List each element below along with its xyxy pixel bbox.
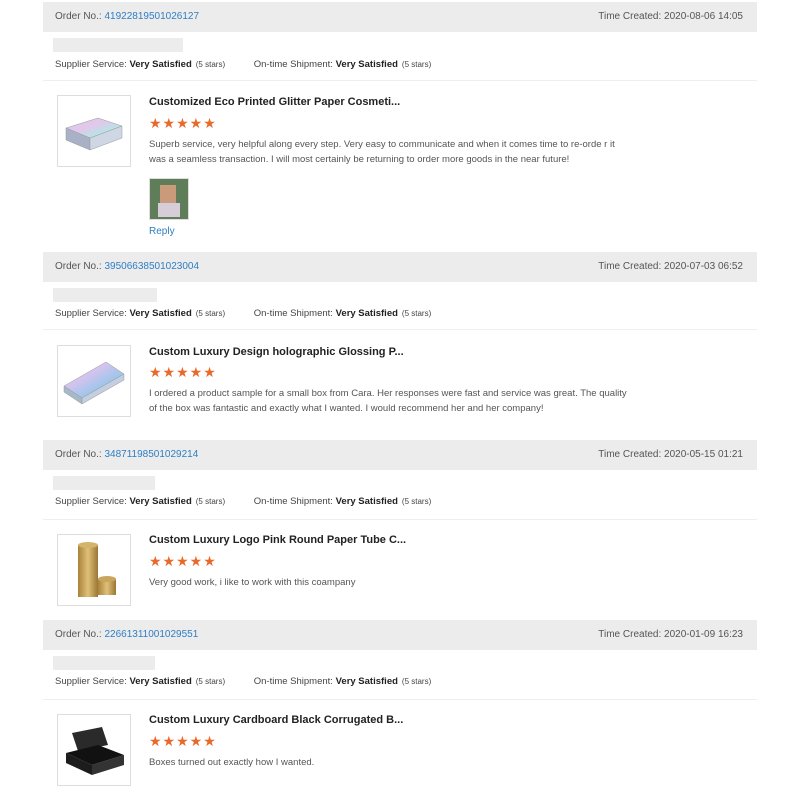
rating-summary: Supplier Service: Very Satisfied (5 stars… [55,59,431,70]
product-thumbnail[interactable] [57,714,131,786]
ontime-shipment-label: On-time Shipment: [253,676,333,687]
order-header: Order No.: 34871198501029214 Time Create… [43,440,757,470]
order-header: Order No.: 22661311001029551 Time Create… [43,620,757,650]
supplier-service-stars: (5 stars) [195,497,226,506]
review-text: I ordered a product sample for a small b… [149,388,627,414]
gold-tube-image [78,542,116,597]
time-created: Time Created: 2020-05-15 01:21 [598,449,743,460]
holographic-box-image [65,117,123,151]
order-number-label: Order No.: [55,629,102,640]
ontime-shipment-label: On-time Shipment: [253,496,333,507]
review-text: Superb service, very helpful along every… [149,139,615,165]
product-title[interactable]: Customized Eco Printed Glitter Paper Cos… [149,96,400,108]
time-created-label: Time Created: [598,261,662,272]
ontime-shipment-rating: Very Satisfied [335,308,398,319]
supplier-service-stars: (5 stars) [195,309,226,318]
ontime-shipment-rating: Very Satisfied [335,59,398,70]
product-title[interactable]: Custom Luxury Design holographic Glossin… [149,346,404,358]
review-photo[interactable] [149,178,189,220]
supplier-service-label: Supplier Service: [55,308,127,319]
divider [43,519,757,520]
time-created-value: 2020-07-03 06:52 [664,261,743,272]
ontime-shipment-stars: (5 stars) [401,677,432,686]
order-number: Order No.: 34871198501029214 [55,449,198,460]
order-number-label: Order No.: [55,11,102,22]
time-created-value: 2020-08-06 14:05 [664,11,743,22]
product-title[interactable]: Custom Luxury Cardboard Black Corrugated… [149,714,403,726]
time-created-label: Time Created: [598,449,662,460]
reply-link[interactable]: Reply [149,226,175,237]
order-number: Order No.: 41922819501026127 [55,11,199,22]
review-text: Boxes turned out exactly how I wanted. [149,757,315,768]
time-created-label: Time Created: [598,11,662,22]
masked-buyer-name [53,656,155,670]
order-number: Order No.: 22661311001029551 [55,629,198,640]
review-card: Order No.: 22661311001029551 Time Create… [43,620,757,800]
product-title[interactable]: Custom Luxury Logo Pink Round Paper Tube… [149,534,406,546]
star-rating: ★★★★★ [149,115,217,131]
rating-summary: Supplier Service: Very Satisfied (5 stars… [55,676,431,687]
order-header: Order No.: 39506638501023004 Time Create… [43,252,757,282]
order-number: Order No.: 39506638501023004 [55,261,199,272]
supplier-service-rating: Very Satisfied [129,308,192,319]
ontime-shipment-label: On-time Shipment: [253,308,333,319]
ontime-shipment-stars: (5 stars) [401,497,432,506]
review-card: Order No.: 34871198501029214 Time Create… [43,440,757,620]
product-thumbnail[interactable] [57,534,131,606]
order-number-label: Order No.: [55,261,102,272]
rating-summary: Supplier Service: Very Satisfied (5 stars… [55,496,431,507]
masked-buyer-name [53,38,183,52]
order-number-label: Order No.: [55,449,102,460]
star-rating: ★★★★★ [149,733,217,749]
supplier-service-rating: Very Satisfied [129,59,192,70]
ontime-shipment-stars: (5 stars) [401,60,432,69]
review-text: Very good work, i like to work with this… [149,577,356,588]
ontime-shipment-label: On-time Shipment: [253,59,333,70]
order-number-link[interactable]: 34871198501029214 [104,449,198,460]
order-header: Order No.: 41922819501026127 Time Create… [43,2,757,32]
rating-summary: Supplier Service: Very Satisfied (5 stars… [55,308,431,319]
masked-buyer-name [53,288,157,302]
star-rating: ★★★★★ [149,553,217,569]
supplier-service-label: Supplier Service: [55,59,127,70]
divider [43,329,757,330]
order-number-link[interactable]: 41922819501026127 [104,11,199,22]
divider [43,80,757,81]
review-photo-image [150,179,188,219]
supplier-service-stars: (5 stars) [195,60,226,69]
black-box-image [66,727,124,775]
star-rating: ★★★★★ [149,364,217,380]
ontime-shipment-stars: (5 stars) [401,309,432,318]
supplier-service-label: Supplier Service: [55,496,127,507]
divider [43,699,757,700]
supplier-service-stars: (5 stars) [195,677,226,686]
masked-buyer-name [53,476,155,490]
holographic-box-image [63,361,125,405]
product-thumbnail[interactable] [57,95,131,167]
time-created-value: 2020-01-09 16:23 [664,629,743,640]
order-number-link[interactable]: 39506638501023004 [104,261,199,272]
supplier-service-rating: Very Satisfied [129,496,192,507]
review-card: Order No.: 39506638501023004 Time Create… [43,252,757,440]
review-card: Order No.: 41922819501026127 Time Create… [43,2,757,252]
time-created-value: 2020-05-15 01:21 [664,449,743,460]
time-created: Time Created: 2020-08-06 14:05 [598,11,743,22]
supplier-service-rating: Very Satisfied [129,676,192,687]
order-number-link[interactable]: 22661311001029551 [104,629,198,640]
ontime-shipment-rating: Very Satisfied [335,496,398,507]
time-created: Time Created: 2020-01-09 16:23 [598,629,743,640]
time-created-label: Time Created: [598,629,662,640]
ontime-shipment-rating: Very Satisfied [335,676,398,687]
supplier-service-label: Supplier Service: [55,676,127,687]
product-thumbnail[interactable] [57,345,131,417]
time-created: Time Created: 2020-07-03 06:52 [598,261,743,272]
